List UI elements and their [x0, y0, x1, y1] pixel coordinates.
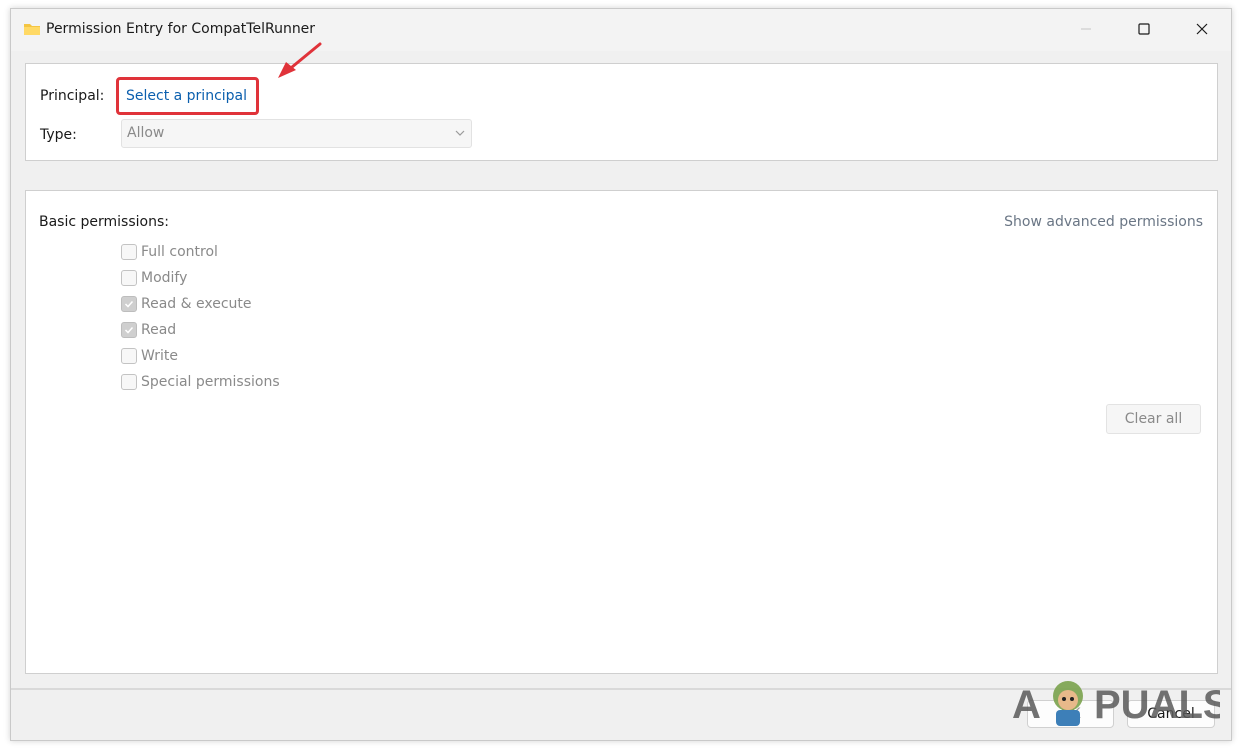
permission-label: Special permissions [141, 374, 280, 390]
checkbox-checked[interactable] [121, 296, 137, 312]
permission-label: Modify [141, 270, 188, 286]
permissions-panel: Basic permissions: Show advanced permiss… [25, 190, 1218, 674]
permission-write[interactable]: Write [121, 346, 178, 366]
permission-label: Read [141, 322, 177, 338]
permission-entry-dialog: Permission Entry for CompatTelRunner Pri… [10, 8, 1232, 741]
minimize-icon [1081, 28, 1091, 30]
minimize-button[interactable] [1057, 9, 1115, 49]
permission-read-execute[interactable]: Read & execute [121, 294, 252, 314]
svg-text:A: A [1012, 683, 1041, 727]
permission-label: Full control [141, 244, 218, 260]
checkbox[interactable] [121, 244, 137, 260]
checkbox-checked[interactable] [121, 322, 137, 338]
close-button[interactable] [1173, 9, 1231, 49]
type-label: Type: [40, 127, 77, 143]
checkbox[interactable] [121, 348, 137, 364]
basic-permissions-label: Basic permissions: [39, 214, 169, 230]
checkmark-icon [124, 300, 134, 308]
svg-text:PUALS: PUALS [1094, 683, 1220, 727]
maximize-icon [1138, 23, 1150, 35]
checkmark-icon [124, 326, 134, 334]
annotation-arrow-icon [278, 42, 322, 78]
permission-label: Write [141, 348, 178, 364]
appuals-watermark-logo: A PUALS [1012, 681, 1220, 727]
type-select[interactable]: Allow [121, 119, 472, 148]
permission-modify[interactable]: Modify [121, 268, 187, 288]
checkbox[interactable] [121, 270, 137, 286]
chevron-down-icon [455, 130, 465, 136]
permission-special[interactable]: Special permissions [121, 372, 280, 392]
folder-icon [24, 24, 40, 35]
close-icon [1196, 23, 1208, 35]
type-select-value: Allow [127, 125, 165, 141]
show-advanced-permissions-link[interactable]: Show advanced permissions [1004, 214, 1203, 230]
clear-all-button[interactable]: Clear all [1106, 404, 1201, 434]
permission-label: Read & execute [141, 296, 252, 312]
principal-label: Principal: [40, 88, 105, 104]
title-bar[interactable]: Permission Entry for CompatTelRunner [11, 9, 1231, 51]
checkbox[interactable] [121, 374, 137, 390]
permission-read[interactable]: Read [121, 320, 176, 340]
select-principal-link[interactable]: Select a principal [126, 88, 247, 104]
maximize-button[interactable] [1115, 9, 1173, 49]
principal-panel: Principal: Select a principal Type: Allo… [25, 63, 1218, 161]
permission-full-control[interactable]: Full control [121, 242, 218, 262]
window-title: Permission Entry for CompatTelRunner [46, 21, 316, 37]
